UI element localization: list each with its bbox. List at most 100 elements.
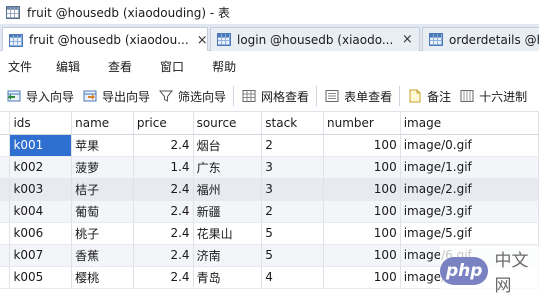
table-row[interactable]: k004 葡萄 2.4 新疆 2 100 image/3.gif bbox=[0, 200, 539, 223]
watermark-text: 中文网 bbox=[494, 251, 529, 296]
row-header[interactable] bbox=[0, 222, 11, 245]
form-view-label: 表单查看 bbox=[344, 89, 393, 104]
export-wizard-button[interactable]: 导出向导 bbox=[78, 84, 154, 108]
table-row[interactable]: k003 桔子 2.4 福州 3 100 image/2.gif bbox=[0, 178, 539, 201]
cell-stack[interactable]: 2 bbox=[261, 200, 324, 223]
cell-price[interactable]: 2.4 bbox=[133, 244, 194, 267]
cell-price[interactable]: 2.4 bbox=[133, 134, 194, 157]
cell-ids[interactable]: k005 bbox=[9, 266, 73, 289]
cell-stack[interactable]: 5 bbox=[261, 244, 324, 267]
cell-image[interactable]: image/0.gif bbox=[400, 134, 539, 157]
cell-number[interactable]: 100 bbox=[323, 266, 401, 289]
menu-bar: 文件 编辑 查看 窗口 帮助 bbox=[0, 51, 539, 81]
cell-name[interactable]: 桔子 bbox=[71, 178, 134, 201]
cell-number[interactable]: 100 bbox=[323, 222, 401, 245]
cell-source[interactable]: 花果山 bbox=[193, 222, 263, 245]
export-wizard-label: 导出向导 bbox=[102, 89, 151, 104]
grid-view-button[interactable]: 网格查看 bbox=[237, 84, 313, 108]
form-view-button[interactable]: 表单查看 bbox=[320, 84, 396, 108]
column-header-ids[interactable]: ids bbox=[9, 112, 73, 135]
cell-name[interactable]: 苹果 bbox=[71, 134, 134, 157]
memo-label: 备注 bbox=[427, 89, 452, 104]
cell-image[interactable]: image/1.gif bbox=[400, 156, 539, 179]
cell-ids[interactable]: k001 bbox=[9, 134, 73, 157]
cell-ids[interactable]: k006 bbox=[9, 222, 73, 245]
menu-view[interactable]: 查看 bbox=[108, 58, 132, 75]
filter-wizard-button[interactable]: 筛选向导 bbox=[154, 84, 230, 108]
cell-number[interactable]: 100 bbox=[323, 156, 401, 179]
import-wizard-button[interactable]: 导入向导 bbox=[2, 84, 78, 108]
menu-window[interactable]: 窗口 bbox=[160, 58, 184, 75]
cell-number[interactable]: 100 bbox=[323, 178, 401, 201]
cell-name[interactable]: 桃子 bbox=[71, 222, 134, 245]
tab-orderdetails[interactable]: orderdetails @h bbox=[422, 27, 539, 51]
tab-fruit[interactable]: fruit @housedb (xiaodou... × bbox=[2, 27, 208, 52]
cell-ids[interactable]: k007 bbox=[9, 244, 73, 267]
menu-file[interactable]: 文件 bbox=[8, 58, 32, 75]
toolbar-divider bbox=[399, 86, 401, 106]
grid-view-label: 网格查看 bbox=[261, 89, 310, 104]
tab-label: orderdetails @h bbox=[449, 32, 539, 47]
cell-image[interactable]: image/5.gif bbox=[400, 222, 539, 245]
cell-stack[interactable]: 5 bbox=[261, 222, 324, 245]
cell-price[interactable]: 2.4 bbox=[133, 178, 194, 201]
row-header[interactable] bbox=[0, 156, 11, 179]
hex-button[interactable]: 十六进制 bbox=[455, 84, 531, 108]
menu-help[interactable]: 帮助 bbox=[212, 58, 236, 75]
cell-price[interactable]: 2.4 bbox=[133, 222, 194, 245]
column-header-source[interactable]: source bbox=[193, 112, 263, 135]
cell-source[interactable]: 济南 bbox=[193, 244, 263, 267]
row-header[interactable] bbox=[0, 266, 11, 289]
cell-number[interactable]: 100 bbox=[323, 134, 401, 157]
toolbar: 导入向导 导出向导 筛选向导 网格查看 表单查看 备注 十六进制 bbox=[0, 81, 539, 112]
column-header-price[interactable]: price bbox=[133, 112, 194, 135]
tab-label: login @housedb (xiaodo... bbox=[237, 32, 394, 47]
cell-ids[interactable]: k002 bbox=[9, 156, 73, 179]
cell-name[interactable]: 樱桃 bbox=[71, 266, 134, 289]
cell-name[interactable]: 香蕉 bbox=[71, 244, 134, 267]
menu-edit[interactable]: 编辑 bbox=[56, 58, 80, 75]
cell-source[interactable]: 新疆 bbox=[193, 200, 263, 223]
column-header-image[interactable]: image bbox=[400, 112, 539, 135]
cell-stack[interactable]: 3 bbox=[261, 156, 324, 179]
cell-stack[interactable]: 4 bbox=[261, 266, 324, 289]
table-icon bbox=[6, 5, 20, 19]
cell-ids[interactable]: k003 bbox=[9, 178, 73, 201]
table-icon bbox=[9, 33, 23, 47]
cell-ids[interactable]: k004 bbox=[9, 200, 73, 223]
cell-source[interactable]: 青岛 bbox=[193, 266, 263, 289]
cell-price[interactable]: 1.4 bbox=[133, 156, 194, 179]
row-header[interactable] bbox=[0, 200, 11, 223]
cell-source[interactable]: 广东 bbox=[193, 156, 263, 179]
cell-price[interactable]: 2.4 bbox=[133, 266, 194, 289]
cell-name[interactable]: 葡萄 bbox=[71, 200, 134, 223]
toolbar-divider bbox=[316, 86, 318, 106]
memo-icon bbox=[409, 89, 421, 103]
cell-stack[interactable]: 3 bbox=[261, 178, 324, 201]
close-icon[interactable]: × bbox=[401, 32, 413, 47]
column-header-number[interactable]: number bbox=[323, 112, 401, 135]
table-row[interactable]: k001 苹果 2.4 烟台 2 100 image/0.gif bbox=[0, 134, 539, 157]
row-header[interactable] bbox=[0, 178, 11, 201]
cell-source[interactable]: 烟台 bbox=[193, 134, 263, 157]
cell-image[interactable]: image/3.gif bbox=[400, 200, 539, 223]
column-header-stack[interactable]: stack bbox=[261, 112, 324, 135]
table-row[interactable]: k002 菠萝 1.4 广东 3 100 image/1.gif bbox=[0, 156, 539, 179]
cell-stack[interactable]: 2 bbox=[261, 134, 324, 157]
cell-image[interactable]: image/2.gif bbox=[400, 178, 539, 201]
memo-button[interactable]: 备注 bbox=[403, 84, 455, 108]
row-header[interactable] bbox=[0, 244, 11, 267]
column-header-name[interactable]: name bbox=[71, 112, 134, 135]
cell-number[interactable]: 100 bbox=[323, 200, 401, 223]
tab-login[interactable]: login @housedb (xiaodo... × bbox=[210, 27, 420, 51]
row-header[interactable] bbox=[0, 134, 11, 157]
cell-price[interactable]: 2.4 bbox=[133, 200, 194, 223]
table-row[interactable]: k006 桃子 2.4 花果山 5 100 image/5.gif bbox=[0, 222, 539, 245]
cell-source[interactable]: 福州 bbox=[193, 178, 263, 201]
cell-number[interactable]: 100 bbox=[323, 244, 401, 267]
cell-name[interactable]: 菠萝 bbox=[71, 156, 134, 179]
hex-icon bbox=[460, 90, 474, 102]
title-bar: fruit @housedb (xiaodouding) - 表 bbox=[0, 0, 539, 24]
filter-wizard-label: 筛选向导 bbox=[178, 89, 227, 104]
close-icon[interactable]: × bbox=[197, 33, 207, 48]
